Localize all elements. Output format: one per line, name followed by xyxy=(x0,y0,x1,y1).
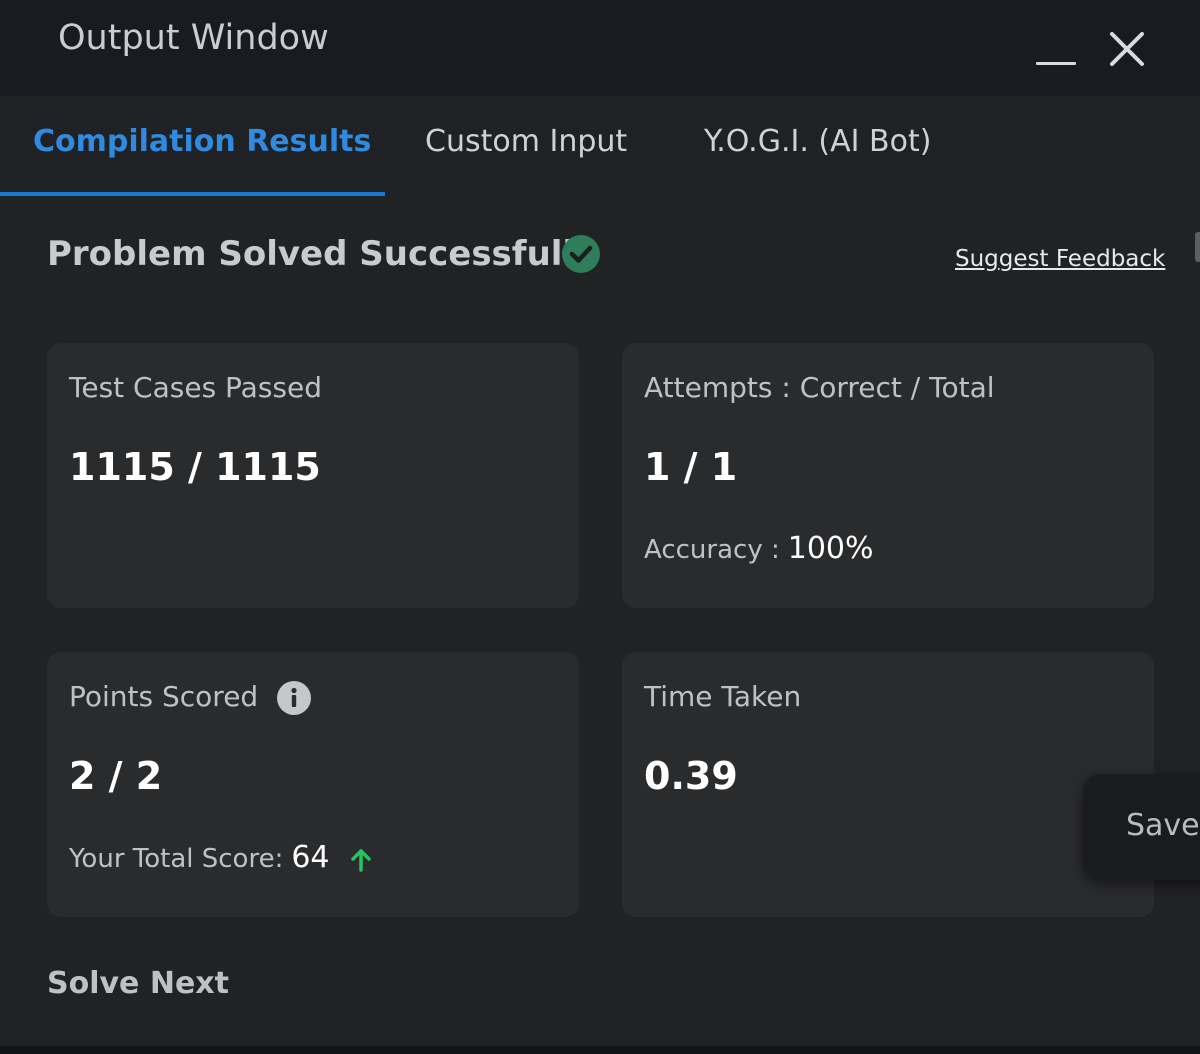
saved-toast: Saved xyxy=(1083,774,1200,880)
attempts-value: 1 / 1 xyxy=(644,445,738,489)
accuracy-row: Accuracy :100% xyxy=(644,531,874,566)
points-value: 2 / 2 xyxy=(69,754,163,798)
results-panel: Problem Solved Successfully Suggest Feed… xyxy=(0,196,1200,1046)
total-score-label: Your Total Score: xyxy=(69,844,284,874)
test-cases-value: 1115 / 1115 xyxy=(69,445,321,489)
scroll-edge-indicator xyxy=(1195,232,1200,262)
time-card: Time Taken 0.39 xyxy=(622,652,1154,917)
close-button[interactable] xyxy=(1104,26,1150,72)
minimize-button[interactable] xyxy=(1032,28,1082,72)
points-label: Points Scored xyxy=(69,680,259,713)
total-score-row: Your Total Score: 64 xyxy=(69,840,374,875)
info-icon[interactable] xyxy=(277,681,312,715)
accuracy-value: 100% xyxy=(787,531,874,566)
minimize-icon xyxy=(1036,62,1076,65)
check-circle-icon xyxy=(562,235,600,273)
suggest-feedback-link[interactable]: Suggest Feedback xyxy=(955,246,1165,272)
points-label-row: Points Scored xyxy=(69,680,312,715)
tab-yogi-ai-bot[interactable]: Y.O.G.I. (AI Bot) xyxy=(704,124,931,159)
accuracy-label: Accuracy : xyxy=(644,535,780,565)
title-bar: Output Window xyxy=(0,0,1200,96)
attempts-card: Attempts : Correct / Total 1 / 1 Accurac… xyxy=(622,343,1154,608)
window-title: Output Window xyxy=(58,18,329,58)
total-score-value: 64 xyxy=(291,840,330,875)
test-cases-card: Test Cases Passed 1115 / 1115 xyxy=(47,343,579,608)
test-cases-label: Test Cases Passed xyxy=(69,371,323,404)
bottom-edge xyxy=(0,1046,1200,1054)
tab-compilation-results[interactable]: Compilation Results xyxy=(33,124,371,159)
status-title: Problem Solved Successfully xyxy=(47,234,597,274)
solve-next-heading[interactable]: Solve Next xyxy=(47,966,229,1001)
arrow-up-icon xyxy=(351,848,371,872)
close-icon xyxy=(1110,32,1144,66)
tab-custom-input[interactable]: Custom Input xyxy=(425,124,627,159)
time-label: Time Taken xyxy=(644,680,802,713)
attempts-label: Attempts : Correct / Total xyxy=(644,371,995,404)
tab-bar: Compilation Results Custom Input Y.O.G.I… xyxy=(0,96,1200,196)
toast-text: Saved xyxy=(1126,808,1200,843)
time-value: 0.39 xyxy=(644,754,738,798)
points-card: Points Scored 2 / 2 Your Total Score: 64 xyxy=(47,652,579,917)
